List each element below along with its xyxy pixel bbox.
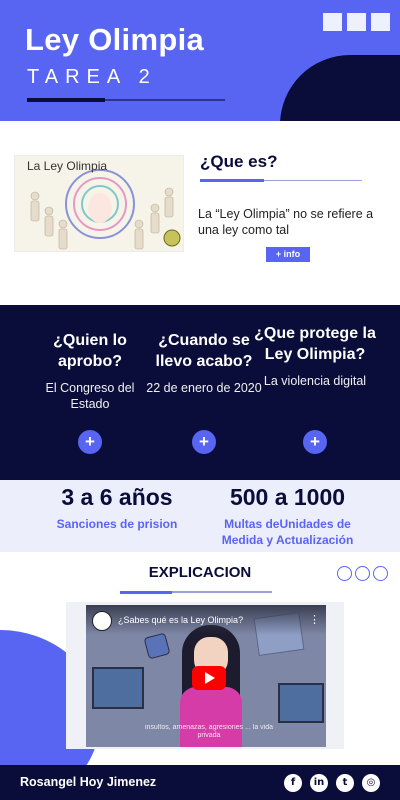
question-answer: El Congreso del Estado	[45, 381, 135, 411]
social-links: f in t ◎	[284, 774, 380, 792]
page-title: Ley Olimpia	[25, 22, 205, 57]
video-subtitles: insultos, amenazas, agresiones ... la vi…	[144, 724, 273, 739]
page-subtitle: TAREA 2	[27, 66, 157, 88]
author-name: Rosangel Hoy Jimenez	[20, 775, 157, 789]
carousel-dot[interactable]	[355, 566, 370, 581]
carousel-dots	[337, 566, 388, 581]
heading-underline-thin	[264, 180, 362, 181]
stat-value: 500 a 1000	[229, 484, 346, 510]
phone-illustration	[143, 632, 171, 660]
stats-section: 3 a 6 años Sanciones de prision 500 a 10…	[0, 480, 400, 552]
laptop-illustration	[92, 667, 144, 709]
stat-label: Sanciones de prision	[56, 517, 178, 531]
title-underline-thin	[105, 99, 225, 101]
stat-block: 3 a 6 años Sanciones de prision	[37, 484, 197, 532]
title-underline	[27, 98, 105, 102]
window-controls	[323, 13, 390, 31]
footer: Rosangel Hoy Jimenez f in t ◎	[0, 765, 400, 800]
question-card: ¿Que protege la Ley Olimpia? La violenci…	[250, 323, 380, 454]
expand-plus-button[interactable]: +	[192, 430, 216, 454]
expand-plus-button[interactable]: +	[303, 430, 327, 454]
more-info-button[interactable]: + info	[266, 247, 310, 262]
question-answer: La violencia digital	[263, 374, 367, 388]
monitor-illustration	[278, 683, 324, 723]
carousel-dot[interactable]	[373, 566, 388, 581]
more-options-icon[interactable]: ⋮	[309, 613, 320, 626]
instagram-icon[interactable]: ◎	[362, 774, 380, 792]
carousel-dot[interactable]	[337, 566, 352, 581]
stat-value: 3 a 6 años	[61, 484, 173, 510]
ley-olimpia-illustration: La Ley Olimpia	[14, 155, 184, 252]
heading-underline	[120, 591, 172, 594]
question-title: ¿Quien lo aprobo?	[53, 332, 127, 370]
square-icon	[371, 13, 390, 31]
what-is-section: La Ley Olimpia ¿Que es? La “Ley Olimpia”…	[0, 121, 400, 305]
stat-label: Multas deUnidades de Medida y Actualizac…	[221, 517, 354, 547]
stat-block: 500 a 1000 Multas deUnidades de Medida y…	[205, 484, 370, 548]
expand-plus-button[interactable]: +	[78, 430, 102, 454]
header: Ley Olimpia TAREA 2	[0, 0, 400, 121]
what-is-heading: ¿Que es?	[200, 152, 278, 171]
question-card: ¿Quien lo aprobo? El Congreso del Estado…	[25, 330, 155, 454]
explanation-section: EXPLICACION ¿Sabes qué es la Ley Olimpia…	[0, 552, 400, 765]
linkedin-icon[interactable]: in	[310, 774, 328, 792]
heading-underline	[200, 179, 264, 182]
square-icon	[347, 13, 366, 31]
illustration-caption: La Ley Olimpia	[27, 159, 108, 173]
decorative-blob	[280, 55, 400, 121]
video-player[interactable]: ¿Sabes qué es la Ley Olimpia? ⋮ insultos…	[86, 605, 326, 747]
video-title[interactable]: ¿Sabes qué es la Ley Olimpia?	[118, 615, 243, 625]
square-icon	[323, 13, 342, 31]
video-card: ¿Sabes qué es la Ley Olimpia? ⋮ insultos…	[66, 602, 344, 749]
questions-section: ¿Quien lo aprobo? El Congreso del Estado…	[0, 305, 400, 480]
what-is-description: La “Ley Olimpia” no se refiere a una ley…	[198, 207, 374, 237]
facebook-icon[interactable]: f	[284, 774, 302, 792]
channel-avatar[interactable]	[92, 611, 112, 631]
play-button[interactable]	[192, 666, 226, 690]
question-title: ¿Que protege la Ley Olimpia?	[254, 325, 376, 363]
heading-underline-thin	[172, 591, 272, 593]
twitter-icon[interactable]: t	[336, 774, 354, 792]
